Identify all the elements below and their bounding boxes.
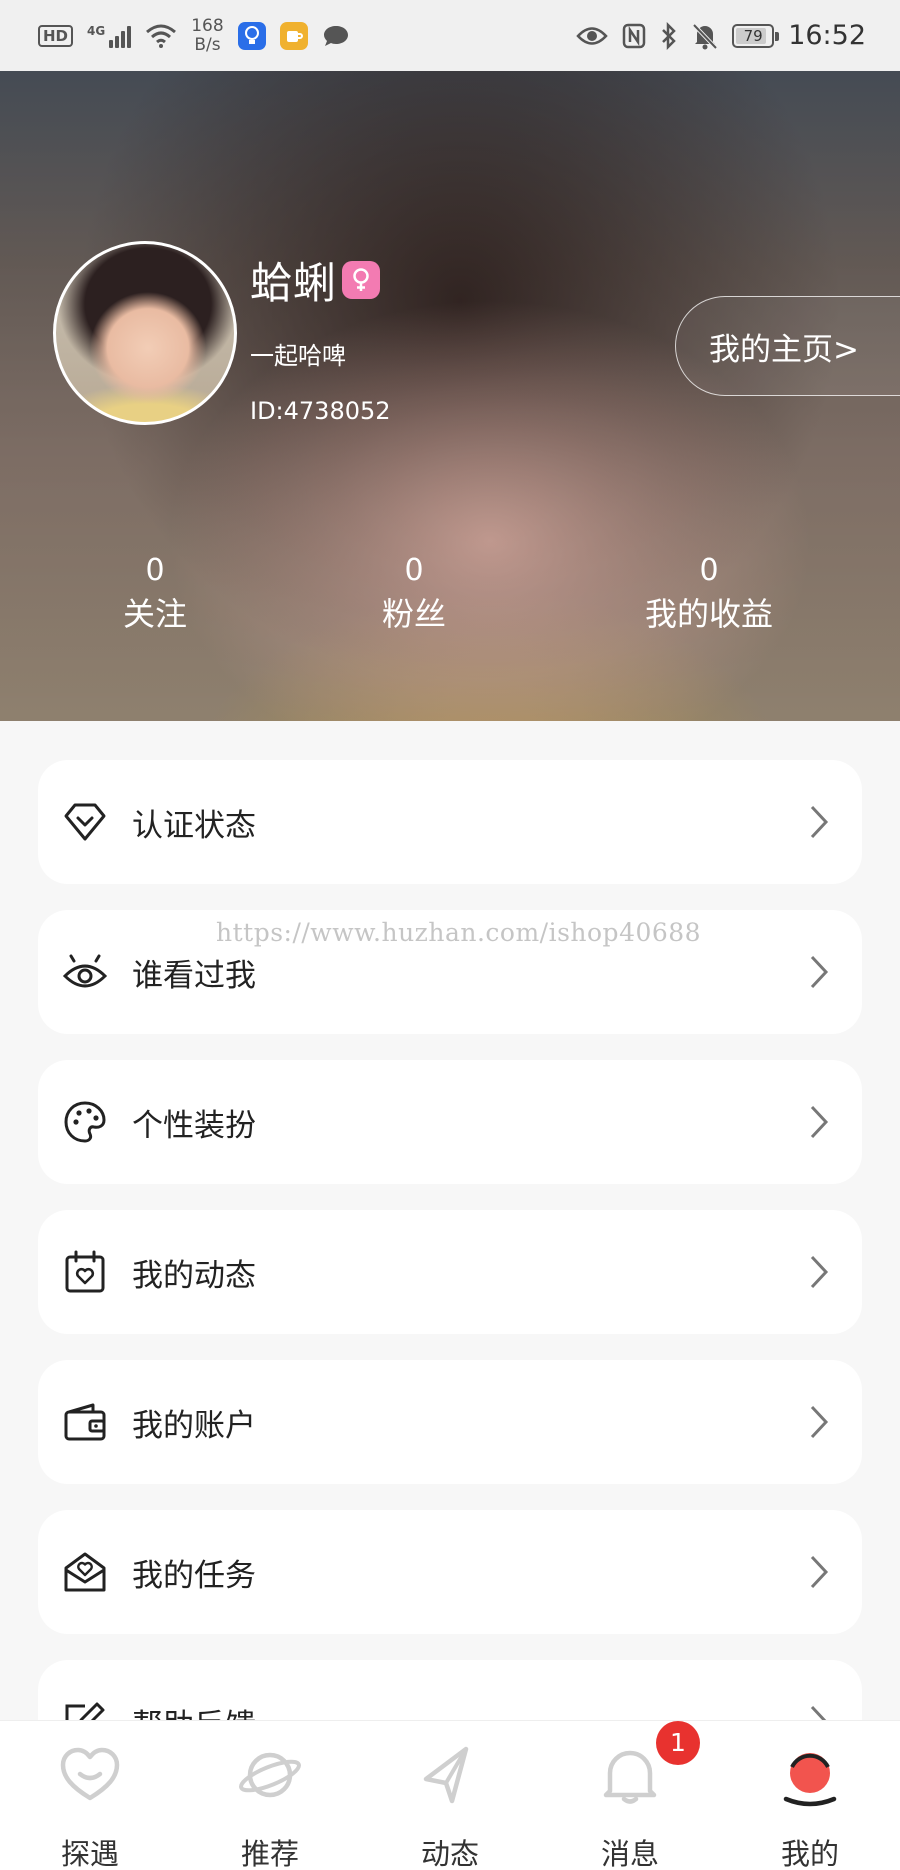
wallet-icon: [62, 1399, 108, 1445]
chevron-right-icon: [810, 805, 829, 839]
calendar-heart-icon: [62, 1249, 108, 1295]
menu-item-my-account[interactable]: 我的账户: [38, 1360, 862, 1484]
cup-app-icon: [279, 21, 308, 50]
female-icon: [342, 261, 380, 299]
unread-badge: 1: [656, 1721, 700, 1765]
profile-header: 蛤蜊 一起哈啤 ID:4738052 我的主页> 0 关注 0 粉丝 0 我的收…: [0, 71, 900, 721]
tab-label: 我的: [780, 1837, 839, 1870]
palette-icon: [62, 1099, 108, 1145]
menu-label: 我的账户: [132, 1407, 256, 1444]
paper-plane-icon: [423, 1746, 469, 1804]
tab-messages[interactable]: 1 消息: [540, 1721, 720, 1870]
battery-icon: 79: [732, 23, 780, 48]
menu-label: 谁看过我: [132, 957, 256, 994]
heart-icon: [60, 1747, 120, 1801]
network-speed: 168 B/s: [191, 15, 224, 55]
menu-item-dress-up[interactable]: 个性装扮: [38, 1060, 862, 1184]
chevron-right-icon: [810, 1555, 829, 1589]
stat-label: 粉丝: [381, 595, 447, 633]
tab-label: 消息: [600, 1837, 659, 1870]
stat-following[interactable]: 0 关注: [123, 551, 187, 637]
stat-earnings[interactable]: 0 我的收益: [645, 551, 773, 637]
hd-indicator: HD: [38, 24, 74, 47]
profile-signature: 一起哈啤: [250, 342, 346, 370]
avatar[interactable]: [53, 241, 237, 425]
username: 蛤蜊: [250, 259, 336, 309]
stat-value: 0: [145, 553, 165, 588]
cellular-signal-icon: 4G: [87, 24, 132, 48]
menu-label: 认证状态: [132, 807, 256, 844]
tab-mine[interactable]: 我的: [720, 1721, 900, 1870]
stat-fans[interactable]: 0 粉丝: [382, 551, 446, 637]
chat-bubble-icon: [323, 25, 348, 46]
chevron-right-icon: [810, 955, 829, 989]
eye-comfort-icon: [576, 26, 608, 45]
planet-icon: [239, 1752, 301, 1798]
tab-label: 探遇: [60, 1837, 119, 1870]
bell-icon: [603, 1750, 657, 1804]
mute-bell-icon: [692, 23, 718, 49]
menu-item-my-tasks[interactable]: 我的任务: [38, 1510, 862, 1634]
profile-icon: [783, 1753, 837, 1807]
stat-value: 0: [699, 553, 719, 588]
menu-label: 我的动态: [132, 1257, 256, 1294]
stats-row: 0 关注 0 粉丝 0 我的收益: [0, 551, 900, 651]
menu-label: 我的任务: [132, 1557, 256, 1594]
eye-icon: [62, 949, 108, 995]
tab-recommend[interactable]: 推荐: [180, 1721, 360, 1870]
tab-label: 推荐: [240, 1837, 299, 1870]
watermark-text: https://www.huzhan.com/ishop40688: [216, 918, 702, 947]
profile-name-row: 蛤蜊: [250, 249, 380, 311]
diamond-icon: [62, 799, 108, 845]
menu-label: 个性装扮: [132, 1107, 256, 1144]
profile-id: ID:4738052: [250, 397, 391, 425]
my-homepage-button[interactable]: 我的主页>: [675, 296, 900, 396]
status-bar: HD 4G 168 B/s 79 16:52: [0, 0, 900, 71]
wifi-icon: [146, 24, 177, 48]
mail-heart-icon: [62, 1549, 108, 1595]
tab-label: 动态: [420, 1837, 479, 1870]
stat-label: 关注: [122, 595, 188, 633]
bulb-app-icon: [237, 21, 266, 50]
stat-value: 0: [404, 553, 424, 588]
chevron-right-icon: [810, 1105, 829, 1139]
chevron-right-icon: [810, 1405, 829, 1439]
bottom-nav: 探遇 推荐 动态 1 消息 我的: [0, 1720, 900, 1870]
chevron-right-icon: [810, 1255, 829, 1289]
tab-moments[interactable]: 动态: [360, 1721, 540, 1870]
tab-explore[interactable]: 探遇: [0, 1721, 180, 1870]
stat-label: 我的收益: [644, 595, 774, 633]
clock: 16:52: [788, 20, 866, 51]
nfc-icon: [622, 23, 646, 48]
menu-item-verification[interactable]: 认证状态: [38, 760, 862, 884]
menu-item-my-posts[interactable]: 我的动态: [38, 1210, 862, 1334]
bluetooth-icon: [662, 21, 676, 50]
